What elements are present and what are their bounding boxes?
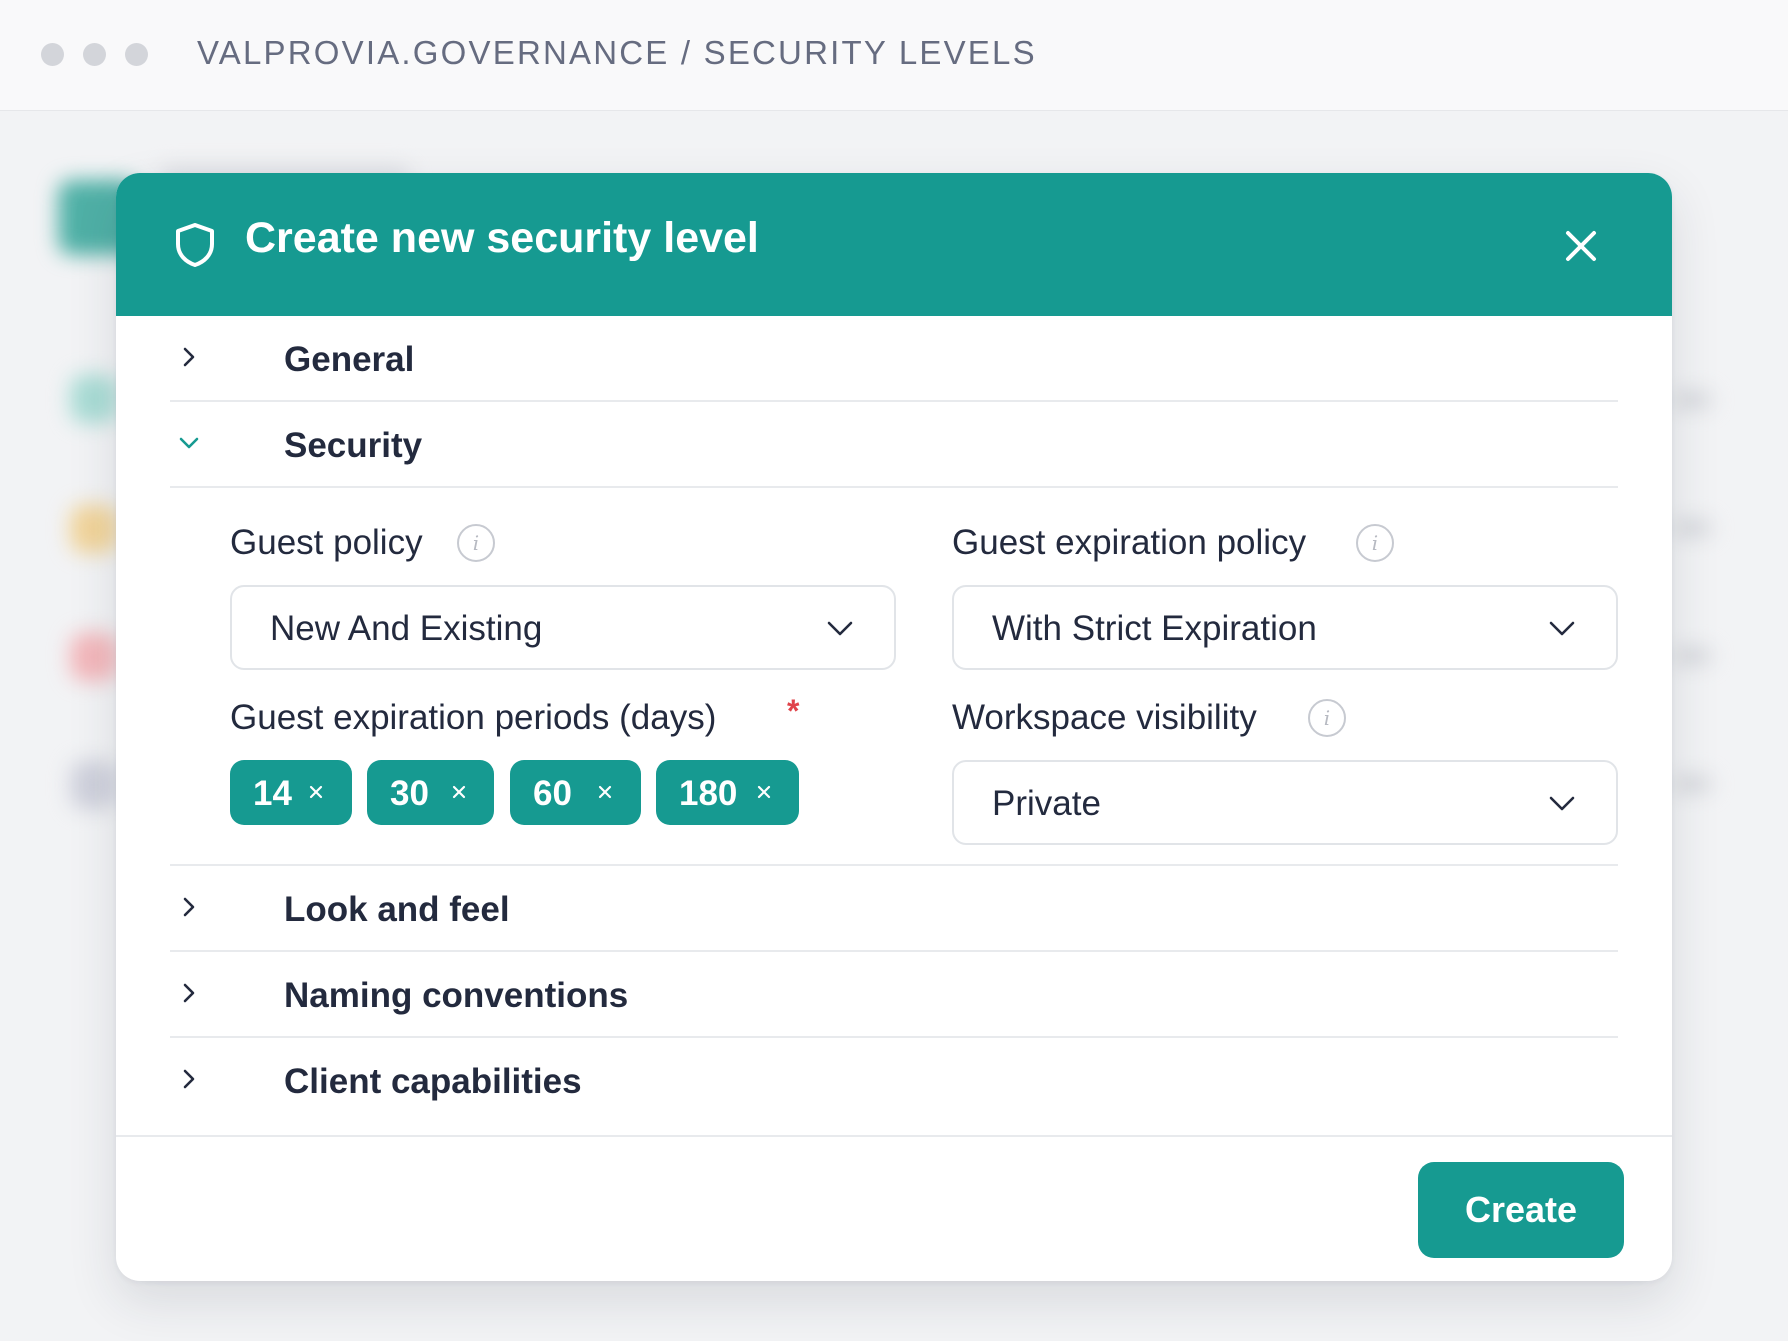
window-zoom-dot[interactable]	[125, 43, 148, 66]
section-label: Naming conventions	[284, 976, 629, 1015]
close-icon[interactable]	[1559, 224, 1603, 268]
workspace-visibility-value: Private	[992, 784, 1101, 823]
guest-policy-value: New And Existing	[270, 609, 543, 648]
guest-expiration-periods-label: Guest expiration periods (days)	[230, 698, 717, 737]
chevron-right-icon	[183, 983, 195, 1003]
section-label: General	[284, 340, 415, 379]
workspace-visibility-select[interactable]: Private	[952, 760, 1618, 845]
guest-policy-label: Guest policy	[230, 523, 423, 562]
section-general[interactable]: General	[170, 316, 1618, 402]
guest-policy-select[interactable]: New And Existing	[230, 585, 896, 670]
info-icon[interactable]: i	[1308, 699, 1346, 737]
guest-expiration-policy-value: With Strict Expiration	[992, 609, 1317, 648]
period-chip: 180	[656, 760, 799, 825]
period-chip: 60	[510, 760, 641, 825]
period-chip: 30	[367, 760, 494, 825]
info-icon[interactable]: i	[1356, 524, 1394, 562]
chevron-right-icon	[183, 1069, 195, 1089]
remove-icon[interactable]	[308, 784, 324, 800]
dialog-title: Create new security level	[245, 214, 759, 262]
window-minimize-dot[interactable]	[83, 43, 106, 66]
remove-icon[interactable]	[756, 784, 772, 800]
chevron-right-icon	[183, 347, 195, 367]
window-titlebar: VALPROVIA.GOVERNANCE / SECURITY LEVELS	[0, 0, 1788, 111]
section-label: Look and feel	[284, 890, 510, 929]
chevron-down-icon	[1549, 796, 1575, 811]
breadcrumb: VALPROVIA.GOVERNANCE / SECURITY LEVELS	[197, 34, 1037, 71]
section-look-and-feel[interactable]: Look and feel	[170, 866, 1618, 952]
remove-icon[interactable]	[451, 784, 467, 800]
remove-icon[interactable]	[597, 784, 613, 800]
shield-icon	[176, 223, 214, 267]
guest-expiration-policy-select[interactable]: With Strict Expiration	[952, 585, 1618, 670]
period-chip: 14	[230, 760, 352, 825]
dialog-header: Create new security level	[116, 173, 1672, 316]
chevron-right-icon	[183, 897, 195, 917]
section-security[interactable]: Security	[170, 402, 1618, 488]
required-marker: *	[787, 693, 800, 729]
chevron-down-icon	[827, 621, 853, 636]
create-button[interactable]: Create	[1418, 1162, 1624, 1258]
workspace-visibility-label: Workspace visibility	[952, 698, 1257, 737]
section-label: Security	[284, 426, 423, 465]
section-label: Client capabilities	[284, 1062, 582, 1101]
section-client-capabilities[interactable]: Client capabilities	[170, 1038, 1618, 1124]
create-security-level-dialog: Create new security level General Securi…	[116, 173, 1672, 1281]
window-close-dot[interactable]	[41, 43, 64, 66]
chevron-down-icon	[179, 437, 199, 449]
section-naming-conventions[interactable]: Naming conventions	[170, 952, 1618, 1038]
info-icon[interactable]: i	[457, 524, 495, 562]
guest-expiration-policy-label: Guest expiration policy	[952, 523, 1307, 562]
footer-divider	[116, 1135, 1672, 1137]
chevron-down-icon	[1549, 621, 1575, 636]
